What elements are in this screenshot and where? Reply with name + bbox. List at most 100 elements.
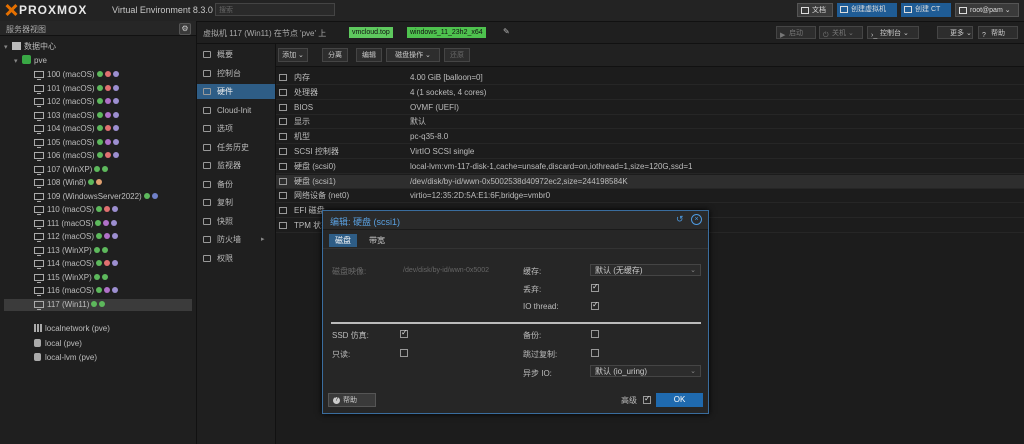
readonly-checkbox[interactable] <box>400 349 408 357</box>
vm-title: 虚拟机 117 (Win11) 在节点 'pve' 上 <box>203 29 327 38</box>
help-button[interactable]: ? 帮助 <box>978 26 1018 39</box>
hardware-row[interactable]: SCSI 控制器 VirtIO SCSI single <box>276 145 1024 159</box>
tree-storage-item[interactable]: local (pve) <box>34 338 82 350</box>
docs-button[interactable]: 文档 <box>797 3 833 17</box>
iothread-checkbox[interactable] <box>591 300 599 310</box>
hardware-row[interactable]: 处理器 4 (1 sockets, 4 cores) <box>276 86 1024 100</box>
create-vm-button[interactable]: 创建虚拟机 <box>837 3 897 17</box>
ok-button[interactable]: OK <box>656 393 703 407</box>
skip-replication-checkbox[interactable] <box>591 349 599 357</box>
backup-checkbox[interactable] <box>591 330 599 338</box>
tag-windows[interactable]: windows_11_23h2_x64 <box>407 27 486 38</box>
tree-storage-item[interactable]: localnetwork (pve) <box>34 323 110 335</box>
hardware-row[interactable]: 硬盘 (scsi0) local-lvm:vm-117-disk-1,cache=… <box>276 160 1024 174</box>
advanced-checkbox[interactable] <box>643 394 651 404</box>
nav-item[interactable]: 控制台 <box>197 66 275 81</box>
tree-storage-item[interactable]: local-lvm (pve) <box>34 352 97 364</box>
hardware-row[interactable]: 硬盘 (scsi1)/dev/disk/by-id/wwn-0x5002538d… <box>276 174 1024 189</box>
tree-vm-item[interactable]: 116 (macOS) <box>4 285 192 297</box>
tree-view-selector[interactable]: 服务器视图 <box>6 24 46 35</box>
tree-vm-item[interactable]: 103 (macOS) <box>4 110 192 122</box>
nav-item[interactable]: 监视器 <box>197 158 275 173</box>
tag-dot <box>94 165 101 172</box>
nav-item[interactable]: 防火墙 ▸ <box>197 232 275 247</box>
tab-disk[interactable]: 磁盘 <box>329 234 357 247</box>
tag-dot <box>112 98 119 104</box>
tag-dot <box>96 71 103 77</box>
ssd-label: SSD 仿真: <box>332 331 369 340</box>
tree-vm-item[interactable]: 108 (Win8) <box>4 177 192 189</box>
nav-item[interactable]: Cloud-Init <box>197 103 275 118</box>
tree-vm-item[interactable]: 111 (macOS) <box>4 218 192 230</box>
tree-vm-item[interactable]: 110 (macOS) <box>4 204 192 216</box>
console-button[interactable]: ›_ 控制台 ⌄ <box>867 26 919 39</box>
nav-item[interactable]: 权限 <box>197 251 275 266</box>
tag-dot <box>103 219 110 226</box>
nav-item[interactable]: 任务历史 <box>197 140 275 155</box>
tree-vm-item[interactable]: 112 (macOS) <box>4 231 192 243</box>
monitor-icon <box>34 246 44 256</box>
start-button[interactable]: ▶ 启动 <box>776 26 816 39</box>
nav-item[interactable]: 硬件 <box>197 84 275 99</box>
tree-vm-item[interactable]: 106 (macOS) <box>4 150 192 162</box>
hardware-row[interactable]: 网络设备 (net0) virtio=12:35:2D:5A:E1:6F,brid… <box>276 189 1024 204</box>
revert-button[interactable]: 还原 <box>444 48 470 62</box>
tree-vm-item[interactable]: 101 (macOS) <box>4 83 192 95</box>
disk-action-button[interactable]: 磁盘操作 ⌄ <box>386 48 440 62</box>
search-input[interactable]: 搜索 <box>215 3 335 16</box>
nav-item[interactable]: 选项 <box>197 121 275 136</box>
nav-item[interactable]: 复制 <box>197 195 275 210</box>
tag-dot <box>103 260 110 266</box>
question-icon: ? <box>982 32 986 39</box>
tree-vm-item[interactable]: 109 (WindowsServer2022) <box>4 191 192 203</box>
tab-bandwidth[interactable]: 带宽 <box>363 234 391 247</box>
hardware-row[interactable]: 内存 4.00 GiB [balloon=0] <box>276 71 1024 85</box>
tag-vmcloud[interactable]: vmcloud.top <box>349 27 393 38</box>
close-icon[interactable]: × <box>691 214 702 225</box>
tag-dot <box>95 219 102 226</box>
tree-vm-item[interactable]: 115 (WinXP) <box>4 272 192 284</box>
skip-replication-label: 跳过复制: <box>523 350 558 359</box>
tree-vm-item[interactable]: 104 (macOS) <box>4 123 192 135</box>
more-button[interactable]: 更多 ⌄ <box>937 26 973 39</box>
hardware-row[interactable]: 显示 默认 <box>276 115 1024 130</box>
tree-vm-item[interactable]: 114 (macOS) <box>4 258 192 270</box>
chevron-down-icon[interactable]: ▾ <box>4 42 12 54</box>
dialog-help-button[interactable]: ? 帮助 <box>328 393 376 407</box>
user-menu-button[interactable]: root@pam ⌄ <box>955 3 1019 17</box>
nav-item[interactable]: 概要 <box>197 47 275 62</box>
advanced-toggle[interactable]: 高级 <box>621 395 637 406</box>
tag-dot <box>112 71 119 77</box>
tag-dot <box>96 111 103 118</box>
nav-item[interactable]: 快照 <box>197 214 275 229</box>
tree-vm-item[interactable]: 105 (macOS) <box>4 137 192 149</box>
shutdown-button[interactable]: ⏻ 关机 ⌄ <box>819 26 863 39</box>
tag-dot <box>112 125 119 131</box>
tree-vm-item[interactable]: 100 (macOS) <box>4 69 192 81</box>
hardware-icon <box>279 74 287 81</box>
tree-vm-item[interactable]: 113 (WinXP) <box>4 245 192 257</box>
edit-button[interactable]: 编辑 <box>356 48 382 62</box>
discard-checkbox[interactable] <box>591 282 599 292</box>
reset-icon[interactable]: ↺ <box>676 214 686 224</box>
remove-button[interactable]: 分离 <box>322 48 348 62</box>
tree-vm-item[interactable]: 102 (macOS) <box>4 96 192 108</box>
cache-select[interactable]: 默认 (无缓存) ⌄ <box>590 264 701 276</box>
pencil-icon[interactable]: ✎ <box>503 27 510 36</box>
nav-item[interactable]: 备份 <box>197 177 275 192</box>
tag-dot <box>95 260 102 266</box>
chevron-down-icon[interactable]: ▾ <box>14 56 22 68</box>
create-ct-button[interactable]: 创建 CT <box>901 3 951 17</box>
backup-label: 备份: <box>523 331 542 340</box>
hardware-row[interactable]: BIOS OVMF (UEFI) <box>276 101 1024 115</box>
tree-datacenter[interactable]: ▾ 数据中心 <box>4 41 56 53</box>
hardware-row[interactable]: 机型 pc-q35-8.0 <box>276 130 1024 145</box>
add-button[interactable]: 添加 ⌄ <box>278 48 308 62</box>
ssd-checkbox[interactable] <box>400 328 408 338</box>
nav-icon <box>203 217 211 225</box>
tree-vm-item[interactable]: 107 (WinXP) <box>4 164 192 176</box>
async-io-select[interactable]: 默认 (io_uring) ⌄ <box>590 365 701 377</box>
tree-vm-item[interactable]: 117 (Win11) <box>4 298 192 311</box>
gear-icon[interactable]: ⚙ <box>179 23 191 35</box>
tree-node-pve[interactable]: ▾ pve <box>14 55 47 67</box>
